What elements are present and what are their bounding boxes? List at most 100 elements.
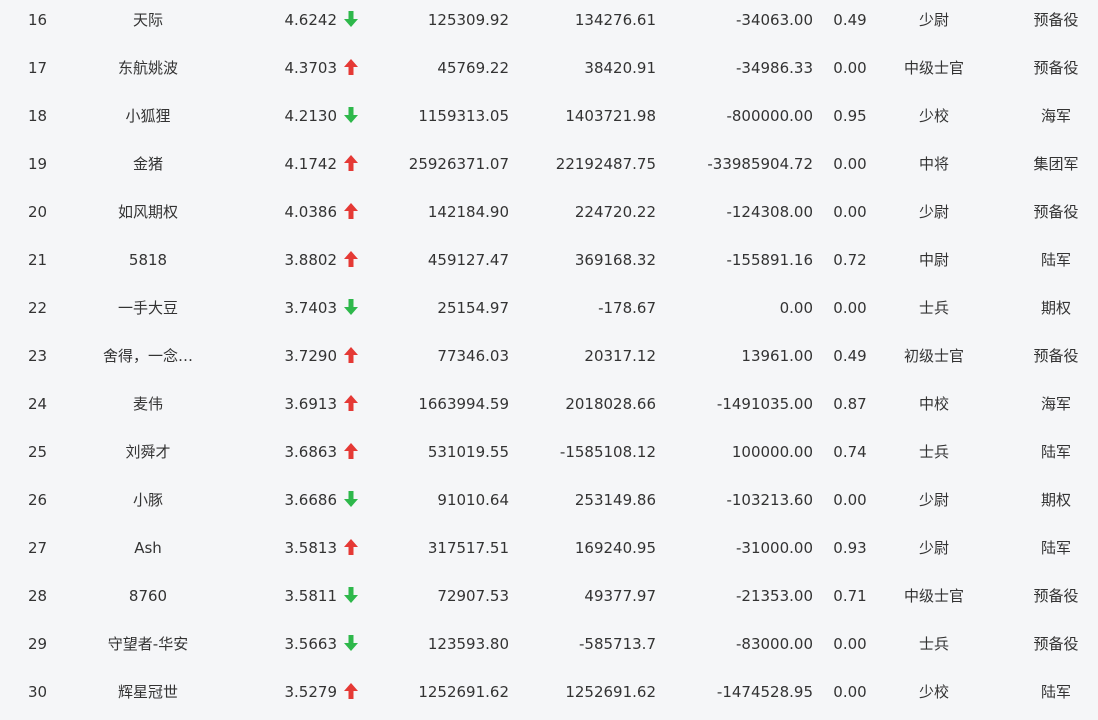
value-3-cell: -124308.00 xyxy=(726,203,813,221)
rank-cell: 23 xyxy=(27,347,48,365)
table-row[interactable]: 24 麦伟 3.6913 1663994.59 2018028.66 -1491… xyxy=(0,384,1098,432)
ratio-cell: 0.71 xyxy=(833,587,867,605)
rank-cell: 21 xyxy=(27,251,48,269)
rank-cell: 16 xyxy=(27,11,48,29)
level-cell: 士兵 xyxy=(918,299,949,317)
up-arrow-icon xyxy=(344,48,364,96)
level-cell: 少尉 xyxy=(918,11,949,29)
rank-cell: 19 xyxy=(27,155,48,173)
ratio-cell: 0.00 xyxy=(833,491,867,509)
name-cell[interactable]: 守望者-华安 xyxy=(78,624,218,672)
value-2-cell: -178.67 xyxy=(598,299,656,317)
value-3-cell: -800000.00 xyxy=(726,107,813,125)
table-row[interactable]: 22 一手大豆 3.7403 25154.97 -178.67 0.00 0.0… xyxy=(0,288,1098,336)
name-cell[interactable]: 东航姚波 xyxy=(78,48,218,96)
name-cell[interactable]: 辉星冠世 xyxy=(78,672,218,720)
group-cell: 海军 xyxy=(1040,107,1071,125)
ratio-cell: 0.00 xyxy=(833,203,867,221)
table-row[interactable]: 17 东航姚波 4.3703 45769.22 38420.91 -34986.… xyxy=(0,48,1098,96)
level-cell: 少尉 xyxy=(918,539,949,557)
name-cell[interactable]: 5818 xyxy=(78,240,218,288)
down-arrow-icon xyxy=(344,96,364,144)
table-row[interactable]: 26 小豚 3.6686 91010.64 253149.86 -103213.… xyxy=(0,480,1098,528)
rank-cell: 25 xyxy=(27,443,48,461)
value-3-cell: -34063.00 xyxy=(736,11,813,29)
table-row[interactable]: 21 5818 3.8802 459127.47 369168.32 -1558… xyxy=(0,240,1098,288)
value-2-cell: 20317.12 xyxy=(584,347,656,365)
ratio-cell: 0.72 xyxy=(833,251,867,269)
level-cell: 士兵 xyxy=(918,635,949,653)
group-cell: 预备役 xyxy=(1033,347,1079,365)
up-arrow-icon xyxy=(344,192,364,240)
table-row[interactable]: 28 8760 3.5811 72907.53 49377.97 -21353.… xyxy=(0,576,1098,624)
name-cell[interactable]: 舍得，一念… xyxy=(78,336,218,384)
value-3-cell: -21353.00 xyxy=(736,587,813,605)
ratio-cell: 0.74 xyxy=(833,443,867,461)
value-3-cell: -34986.33 xyxy=(736,59,813,77)
level-cell: 中将 xyxy=(918,155,949,173)
score-cell: 3.5813 xyxy=(284,539,338,557)
up-arrow-icon xyxy=(344,384,364,432)
ratio-cell: 0.93 xyxy=(833,539,867,557)
score-cell: 4.1742 xyxy=(284,155,338,173)
value-3-cell: -1491035.00 xyxy=(716,395,813,413)
value-2-cell: -1585108.12 xyxy=(559,443,656,461)
name-cell[interactable]: 8760 xyxy=(78,576,218,624)
rank-cell: 28 xyxy=(27,587,48,605)
value-2-cell: -585713.7 xyxy=(579,635,656,653)
value-2-cell: 49377.97 xyxy=(584,587,656,605)
value-1-cell: 72907.53 xyxy=(437,587,509,605)
name-cell[interactable]: 小豚 xyxy=(78,480,218,528)
ratio-cell: 0.00 xyxy=(833,155,867,173)
value-2-cell: 1252691.62 xyxy=(565,683,656,701)
value-1-cell: 45769.22 xyxy=(437,59,509,77)
name-cell[interactable]: 麦伟 xyxy=(78,384,218,432)
value-3-cell: -83000.00 xyxy=(736,635,813,653)
score-cell: 3.5279 xyxy=(284,683,338,701)
table-row[interactable]: 16 天际 4.6242 125309.92 134276.61 -34063.… xyxy=(0,0,1098,48)
group-cell: 陆军 xyxy=(1040,683,1071,701)
group-cell: 预备役 xyxy=(1033,635,1079,653)
level-cell: 少校 xyxy=(918,683,949,701)
rank-cell: 27 xyxy=(27,539,48,557)
name-cell[interactable]: 金猪 xyxy=(78,144,218,192)
name-cell[interactable]: 一手大豆 xyxy=(78,288,218,336)
name-cell[interactable]: 刘舜才 xyxy=(78,432,218,480)
level-cell: 少尉 xyxy=(918,491,949,509)
table-row[interactable]: 20 如风期权 4.0386 142184.90 224720.22 -1243… xyxy=(0,192,1098,240)
score-cell: 4.0386 xyxy=(284,203,338,221)
value-2-cell: 1403721.98 xyxy=(565,107,656,125)
value-1-cell: 317517.51 xyxy=(427,539,509,557)
table-row[interactable]: 25 刘舜才 3.6863 531019.55 -1585108.12 1000… xyxy=(0,432,1098,480)
level-cell: 中校 xyxy=(918,395,949,413)
value-1-cell: 123593.80 xyxy=(427,635,509,653)
table-row[interactable]: 30 辉星冠世 3.5279 1252691.62 1252691.62 -14… xyxy=(0,672,1098,720)
down-arrow-icon xyxy=(344,624,364,672)
name-cell[interactable]: 小狐狸 xyxy=(78,96,218,144)
group-cell: 期权 xyxy=(1040,491,1071,509)
name-cell[interactable]: Ash xyxy=(78,528,218,576)
table-row[interactable]: 29 守望者-华安 3.5663 123593.80 -585713.7 -83… xyxy=(0,624,1098,672)
rank-cell: 22 xyxy=(27,299,48,317)
rank-cell: 20 xyxy=(27,203,48,221)
ratio-cell: 0.49 xyxy=(833,11,867,29)
down-arrow-icon xyxy=(344,288,364,336)
value-1-cell: 459127.47 xyxy=(427,251,509,269)
table-row[interactable]: 18 小狐狸 4.2130 1159313.05 1403721.98 -800… xyxy=(0,96,1098,144)
down-arrow-icon xyxy=(344,576,364,624)
value-3-cell: -31000.00 xyxy=(736,539,813,557)
name-cell[interactable]: 天际 xyxy=(78,0,218,48)
up-arrow-icon xyxy=(344,528,364,576)
rank-cell: 24 xyxy=(27,395,48,413)
name-cell[interactable]: 如风期权 xyxy=(78,192,218,240)
down-arrow-icon xyxy=(344,480,364,528)
table-row[interactable]: 23 舍得，一念… 3.7290 77346.03 20317.12 13961… xyxy=(0,336,1098,384)
table-row[interactable]: 27 Ash 3.5813 317517.51 169240.95 -31000… xyxy=(0,528,1098,576)
group-cell: 陆军 xyxy=(1040,539,1071,557)
group-cell: 海军 xyxy=(1040,395,1071,413)
down-arrow-icon xyxy=(344,0,364,48)
score-cell: 3.6686 xyxy=(284,491,338,509)
table-row[interactable]: 19 金猪 4.1742 25926371.07 22192487.75 -33… xyxy=(0,144,1098,192)
level-cell: 士兵 xyxy=(918,443,949,461)
value-1-cell: 25154.97 xyxy=(437,299,509,317)
